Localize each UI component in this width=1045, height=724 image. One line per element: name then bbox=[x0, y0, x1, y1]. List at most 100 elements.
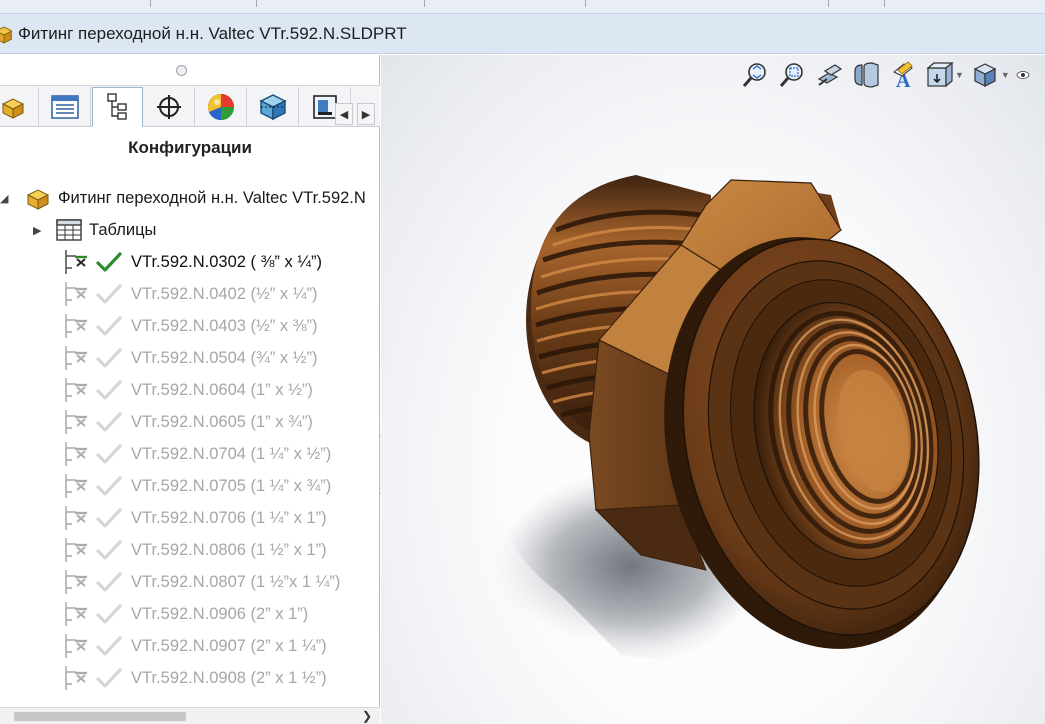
inactive-checkmark-icon bbox=[96, 348, 122, 368]
configuration-item[interactable]: VTr.592.N.0504 (¾” x ½”) bbox=[62, 342, 340, 374]
configuration-label: VTr.592.N.0403 (½” x ⅜”) bbox=[131, 316, 318, 335]
inactive-checkmark-icon bbox=[96, 540, 122, 560]
configuration-label: VTr.592.N.0706 (1 ¼” x 1”) bbox=[131, 508, 327, 527]
chevron-right-icon: ▶ bbox=[361, 108, 371, 121]
ribbon-divider bbox=[585, 0, 586, 7]
configuration-item-icon bbox=[65, 282, 87, 306]
configuration-label: VTr.592.N.0907 (2” x 1 ¼”) bbox=[131, 636, 327, 655]
tab-featuremanager[interactable] bbox=[0, 87, 39, 127]
configuration-label: VTr.592.N.0504 (¾” x ½”) bbox=[131, 348, 318, 367]
tab-cam[interactable] bbox=[248, 87, 299, 127]
property-list-icon bbox=[51, 95, 79, 119]
inactive-checkmark-icon bbox=[96, 284, 122, 304]
configuration-label: VTr.592.N.0807 (1 ½”x 1 ¼”) bbox=[131, 572, 341, 591]
configuration-item[interactable]: VTr.592.N.0302 ( ⅜” x ¼”) bbox=[62, 246, 340, 278]
configuration-label: VTr.592.N.0402 (½” x ¼”) bbox=[131, 284, 318, 303]
inactive-checkmark-icon bbox=[96, 508, 122, 528]
ribbon-divider bbox=[424, 0, 425, 7]
configuration-item-icon bbox=[65, 410, 87, 434]
panel-split-grip[interactable] bbox=[176, 65, 187, 76]
graphics-area[interactable]: A ▼ ▼ bbox=[381, 55, 1045, 724]
configuration-item[interactable]: VTr.592.N.0705 (1 ¼” x ¾”) bbox=[62, 470, 340, 502]
tab-dimxpert[interactable] bbox=[144, 87, 195, 127]
configuration-icon bbox=[106, 93, 127, 120]
configuration-label: VTr.592.N.0604 (1” x ½”) bbox=[131, 380, 313, 399]
inactive-checkmark-icon bbox=[96, 636, 122, 656]
configuration-item[interactable]: VTr.592.N.0604 (1” x ½”) bbox=[62, 374, 340, 406]
configuration-item-icon bbox=[65, 346, 87, 370]
inactive-checkmark-icon bbox=[96, 316, 122, 336]
active-checkmark-icon bbox=[96, 252, 122, 272]
tree-root-item[interactable]: ◢ Фитинг переходной н.н. Valtec VTr.592.… bbox=[0, 183, 366, 213]
inactive-checkmark-icon bbox=[96, 572, 122, 592]
configuration-item[interactable]: VTr.592.N.0906 (2” x 1”) bbox=[62, 598, 340, 630]
document-title-bar: Фитинг переходной н.н. Valtec VTr.592.N.… bbox=[0, 14, 1045, 54]
fitting-3d-model bbox=[491, 175, 980, 665]
document-title: Фитинг переходной н.н. Valtec VTr.592.N.… bbox=[18, 23, 407, 43]
ribbon-divider bbox=[150, 0, 151, 7]
configuration-item[interactable]: VTr.592.N.0908 (2” x 1 ½”) bbox=[62, 662, 340, 694]
configuration-label: VTr.592.N.0705 (1 ¼” x ¾”) bbox=[131, 476, 332, 495]
appearance-sphere-icon bbox=[208, 94, 234, 120]
configuration-item-icon bbox=[65, 538, 87, 562]
tab-propertymanager[interactable] bbox=[40, 87, 91, 127]
configuration-item-icon bbox=[65, 250, 87, 274]
ribbon-divider bbox=[256, 0, 257, 7]
configuration-label: VTr.592.N.0906 (2” x 1”) bbox=[131, 604, 309, 623]
tab-displaymanager[interactable] bbox=[196, 87, 247, 127]
panel-tabs: ◀ ▶ bbox=[0, 85, 380, 127]
configuration-item[interactable]: VTr.592.N.0402 (½” x ¼”) bbox=[62, 278, 340, 310]
inactive-checkmark-icon bbox=[96, 380, 122, 400]
horizontal-scrollbar[interactable]: ❯ bbox=[0, 707, 380, 724]
ribbon-strip bbox=[0, 0, 1045, 14]
crosshair-icon bbox=[157, 95, 181, 119]
tab-scroll-left-button[interactable]: ◀ bbox=[335, 103, 353, 125]
scroll-right-arrow-icon[interactable]: ❯ bbox=[362, 709, 372, 723]
scrollbar-thumb[interactable] bbox=[14, 712, 186, 721]
configuration-item-icon bbox=[65, 378, 87, 402]
inactive-checkmark-icon bbox=[96, 412, 122, 432]
configuration-item[interactable]: VTr.592.N.0605 (1” x ¾”) bbox=[62, 406, 340, 438]
configuration-label: VTr.592.N.0806 (1 ½” x 1”) bbox=[131, 540, 327, 559]
configuration-item[interactable]: VTr.592.N.0806 (1 ½” x 1”) bbox=[62, 534, 340, 566]
feature-manager-panel: ◀ ▶ Конфигурации ◢ Фитинг переходной н.н… bbox=[0, 55, 380, 724]
inactive-checkmark-icon bbox=[96, 668, 122, 688]
configuration-item-icon bbox=[65, 634, 87, 658]
configuration-item[interactable]: VTr.592.N.0706 (1 ¼” x 1”) bbox=[62, 502, 340, 534]
configuration-item[interactable]: VTr.592.N.0403 (½” x ⅜”) bbox=[62, 310, 340, 342]
table-icon bbox=[56, 219, 82, 241]
part-document-icon bbox=[0, 25, 12, 44]
configuration-item-icon bbox=[65, 602, 87, 626]
configuration-label: VTr.592.N.0302 ( ⅜” x ¼”) bbox=[131, 252, 323, 271]
panel-title: Конфигурации bbox=[128, 138, 252, 157]
configuration-item[interactable]: VTr.592.N.0704 (1 ¼” x ½”) bbox=[62, 438, 340, 470]
expand-arrow-icon[interactable]: ▶ bbox=[33, 224, 55, 237]
inactive-checkmark-icon bbox=[96, 604, 122, 624]
configuration-list: VTr.592.N.0302 ( ⅜” x ¼”) VTr.592.N.0402… bbox=[62, 246, 340, 694]
ribbon-divider bbox=[884, 0, 885, 7]
ribbon-divider bbox=[828, 0, 829, 7]
configuration-item[interactable]: VTr.592.N.0807 (1 ½”x 1 ¼”) bbox=[62, 566, 340, 598]
configuration-item-icon bbox=[65, 666, 87, 690]
inactive-checkmark-icon bbox=[96, 476, 122, 496]
tables-label: Таблицы bbox=[89, 220, 157, 239]
configuration-label: VTr.592.N.0704 (1 ¼” x ½”) bbox=[131, 444, 332, 463]
part-icon bbox=[26, 189, 50, 210]
configuration-label: VTr.592.N.0908 (2” x 1 ½”) bbox=[131, 668, 327, 687]
part-icon bbox=[1, 98, 25, 119]
configuration-item-icon bbox=[65, 314, 87, 338]
tree-item-tables[interactable]: ▶ Таблицы bbox=[33, 215, 156, 245]
chevron-left-icon: ◀ bbox=[339, 108, 349, 121]
collapse-arrow-icon[interactable]: ◢ bbox=[0, 192, 16, 205]
configuration-label: VTr.592.N.0605 (1” x ¾”) bbox=[131, 412, 313, 431]
box-view-icon bbox=[259, 94, 287, 121]
tab-configurationmanager[interactable] bbox=[92, 87, 143, 127]
configuration-item-icon bbox=[65, 474, 87, 498]
tree-root-label: Фитинг переходной н.н. Valtec VTr.592.N bbox=[58, 188, 366, 207]
tab-scroll-right-button[interactable]: ▶ bbox=[357, 103, 375, 125]
configuration-item-icon bbox=[65, 570, 87, 594]
configuration-item-icon bbox=[65, 506, 87, 530]
configuration-item[interactable]: VTr.592.N.0907 (2” x 1 ¼”) bbox=[62, 630, 340, 662]
configuration-item-icon bbox=[65, 442, 87, 466]
inactive-checkmark-icon bbox=[96, 444, 122, 464]
